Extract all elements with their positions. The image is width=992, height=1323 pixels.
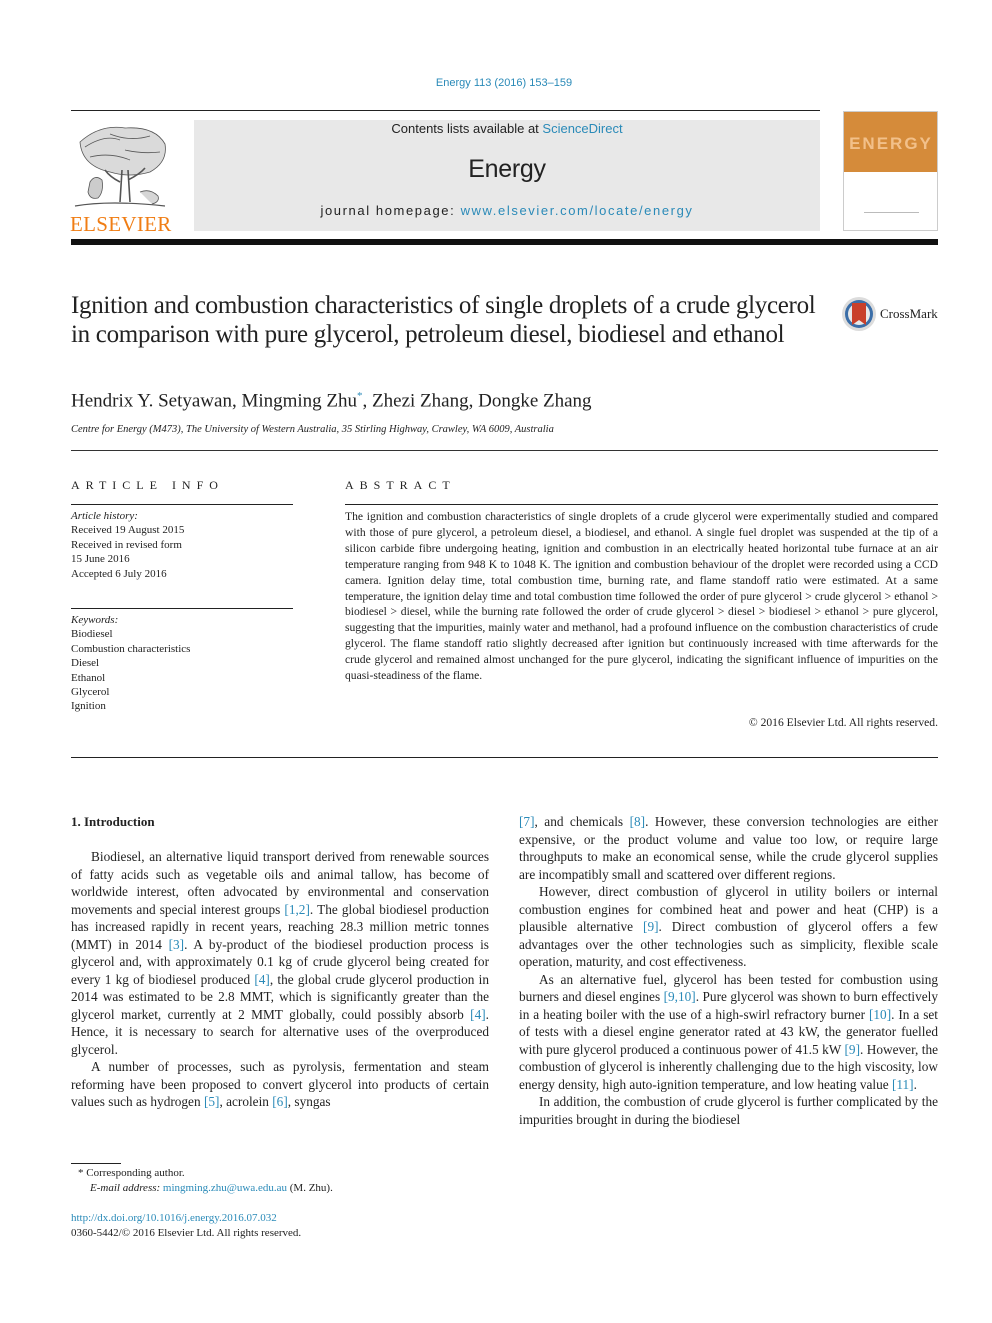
reference-link[interactable]: [8] [630, 814, 646, 829]
keywords: Keywords: Biodiesel Combustion character… [71, 613, 190, 714]
author-name[interactable]: Mingming Zhu [241, 390, 357, 411]
footnote-mark: * [78, 1167, 84, 1179]
reference-link[interactable]: [4] [254, 972, 270, 987]
body-column-right: [7], and chemicals [8]. However, these c… [519, 813, 938, 1128]
header-thick-rule [71, 239, 938, 245]
sciencedirect-link[interactable]: ScienceDirect [542, 121, 622, 136]
journal-masthead: Contents lists available at ScienceDirec… [194, 120, 820, 231]
abstract-heading: ABSTRACT [345, 478, 456, 492]
reference-link[interactable]: [5] [204, 1094, 220, 1109]
history-item: Received in revised form [71, 538, 182, 551]
doi-link[interactable]: http://dx.doi.org/10.1016/j.energy.2016.… [71, 1212, 277, 1224]
author-separator: , [362, 390, 373, 412]
homepage-line: journal homepage: www.elsevier.com/locat… [194, 203, 820, 218]
cover-footer [864, 212, 919, 220]
journal-name: Energy [468, 155, 546, 183]
body-paragraph: As an alternative fuel, glycerol has bee… [519, 971, 938, 1092]
abstract-text: The ignition and combustion characterist… [345, 510, 938, 683]
reference-link[interactable]: [11] [892, 1077, 914, 1092]
article-info-rule [71, 504, 293, 505]
cover-title: ENERGY [849, 134, 933, 153]
abstract-rule [345, 504, 938, 505]
homepage-link[interactable]: www.elsevier.com/locate/energy [461, 203, 694, 218]
reference-link[interactable]: [1,2] [284, 902, 309, 917]
keyword: Biodiesel [71, 628, 113, 641]
crossmark-icon [842, 297, 876, 331]
history-item: Accepted 6 July 2016 [71, 567, 167, 580]
email-label: E-mail address: [90, 1182, 163, 1194]
keyword: Combustion characteristics [71, 642, 191, 655]
reference-link[interactable]: [9,10] [664, 989, 696, 1004]
author-list: Hendrix Y. Setyawan, Mingming Zhu*, Zhez… [71, 390, 592, 412]
elsevier-tree-icon [74, 126, 166, 207]
reference-link[interactable]: [9] [643, 919, 659, 934]
title-rule [71, 450, 938, 451]
article-title: Ignition and combustion characteristics … [71, 292, 816, 348]
abstract-bottom-rule [71, 757, 938, 758]
journal-cover-thumbnail[interactable]: ENERGY [843, 111, 938, 231]
keyword: Diesel [71, 657, 100, 670]
affiliation: Centre for Energy (M473), The University… [71, 424, 554, 435]
contents-prefix: Contents lists available at [391, 121, 543, 136]
article-info-heading: ARTICLE INFO [71, 478, 224, 492]
crossmark-label: CrossMark [880, 306, 938, 321]
body-paragraph: [7], and chemicals [8]. However, these c… [519, 814, 938, 882]
keyword: Ethanol [71, 671, 106, 684]
reference-link[interactable]: [6] [272, 1094, 288, 1109]
header-rule [71, 110, 820, 111]
author-name[interactable]: Dongke Zhang [478, 390, 591, 411]
history-label: Article history: [71, 510, 138, 522]
email-link[interactable]: mingming.zhu@uwa.edu.au [163, 1182, 287, 1194]
publisher-name: ELSEVIER [70, 212, 172, 236]
reference-link[interactable]: [7] [519, 814, 535, 829]
elsevier-logo: ELSEVIER [70, 122, 172, 236]
footnote-rule [71, 1163, 121, 1164]
history-item: 15 June 2016 [71, 553, 130, 566]
journal-citation[interactable]: Energy 113 (2016) 153–159 [0, 77, 992, 89]
body-paragraph: In addition, the combustion of crude gly… [519, 1094, 938, 1127]
keywords-rule [71, 608, 293, 609]
email-suffix: (M. Zhu). [287, 1182, 333, 1194]
author-name[interactable]: Hendrix Y. Setyawan [71, 390, 232, 411]
body-paragraph: A number of processes, such as pyrolysis… [71, 1059, 489, 1109]
citation-link[interactable]: Energy 113 (2016) 153–159 [436, 77, 572, 89]
email-line: E-mail address: mingming.zhu@uwa.edu.au … [78, 1181, 333, 1196]
reference-link[interactable]: [3] [169, 937, 185, 952]
keyword: Ignition [71, 700, 106, 713]
contents-line: Contents lists available at ScienceDirec… [194, 121, 820, 136]
issn-line: 0360-5442/© 2016 Elsevier Ltd. All right… [71, 1227, 302, 1239]
abstract-copyright: © 2016 Elsevier Ltd. All rights reserved… [748, 716, 938, 729]
corresponding-author-note: * Corresponding author. [78, 1166, 333, 1181]
body-paragraph: Biodiesel, an alternative liquid transpo… [71, 849, 490, 1057]
crossmark-badge[interactable]: CrossMark [841, 296, 938, 332]
body-column-left: Biodiesel, an alternative liquid transpo… [71, 848, 489, 1111]
homepage-prefix: journal homepage: [320, 203, 461, 218]
author-name[interactable]: Zhezi Zhang [372, 390, 469, 411]
history-item: Received 19 August 2015 [71, 524, 185, 537]
footnote-corresponding: Corresponding author. [86, 1167, 185, 1179]
body-paragraph: However, direct combustion of glycerol i… [519, 884, 938, 969]
doi-block: http://dx.doi.org/10.1016/j.energy.2016.… [71, 1211, 301, 1241]
reference-link[interactable]: [4] [470, 1007, 486, 1022]
article-history: Article history: Received 19 August 2015… [71, 509, 184, 581]
author-separator: , [468, 390, 479, 412]
keyword: Glycerol [71, 686, 110, 699]
reference-link[interactable]: [9] [845, 1042, 861, 1057]
keywords-label: Keywords: [71, 614, 119, 626]
section-heading-introduction: 1. Introduction [71, 814, 155, 829]
footnote: * Corresponding author. E-mail address: … [78, 1166, 333, 1196]
reference-link[interactable]: [10] [869, 1007, 891, 1022]
